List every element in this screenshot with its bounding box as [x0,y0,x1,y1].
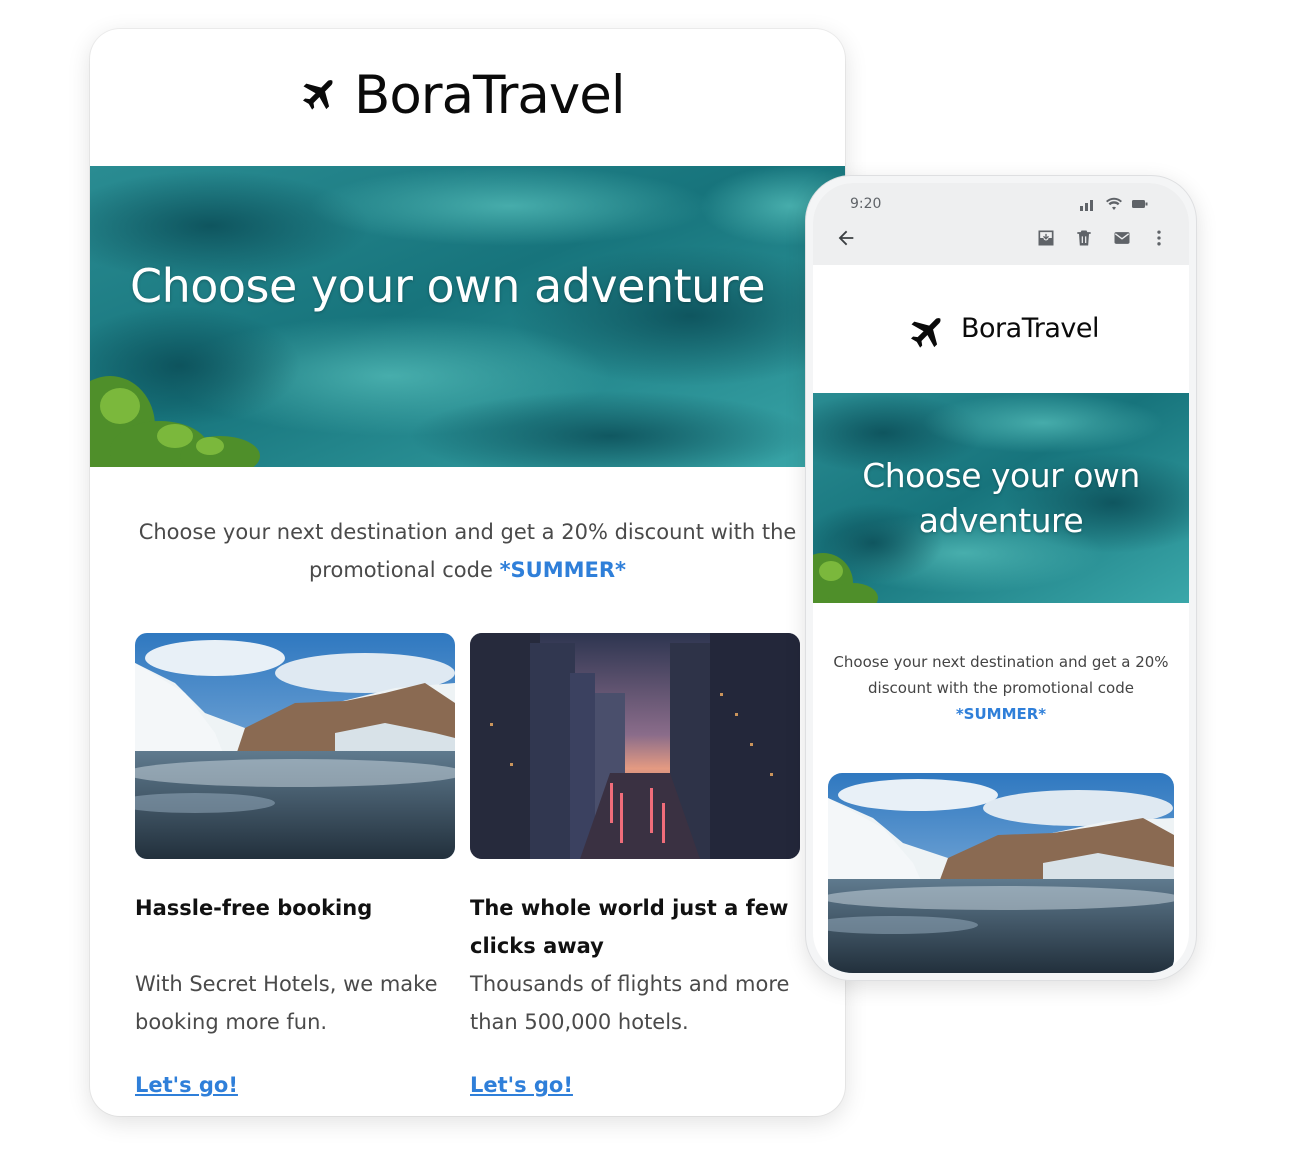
promo-code: *SUMMER* [499,558,627,582]
card-image-city [470,633,800,859]
glacier-lake-photo [828,773,1174,973]
card-description: Thousands of flights and more than 500,0… [470,972,790,1034]
card-image-glacier [828,773,1174,973]
mail-icon[interactable] [1112,228,1132,248]
intro-text: Choose your next destination and get a 2… [130,513,805,589]
status-bar: 9:20 [813,183,1189,265]
wifi-icon [1106,197,1122,210]
battery-icon [1132,200,1148,208]
lets-go-link[interactable]: Let's go! [470,1073,573,1097]
signal-icon [1080,200,1093,211]
status-time: 9:20 [850,196,882,212]
intro-body: Choose your next destination and get a 2… [833,653,1169,697]
intro-text: Choose your next destination and get a 2… [831,649,1171,727]
brand-header: BoraTravel [90,29,845,166]
more-vert-icon[interactable] [1149,228,1169,248]
card-description: With Secret Hotels, we make booking more… [135,972,438,1034]
airplane-icon [303,79,333,110]
brand-name: BoraTravel [354,65,626,126]
hero-title: Choose your own adventure [129,259,766,313]
status-icons [1079,197,1149,211]
archive-icon[interactable] [1036,228,1056,248]
ocean-photo [90,166,845,467]
glacier-lake-photo [135,633,455,859]
desktop-email-preview: BoraTravel Choose your own adventure Cho… [90,29,845,1116]
trash-icon[interactable] [1074,228,1094,248]
phone-screen: 9:20 BoraTravel Choose your own adventur… [813,183,1189,973]
airplane-icon [911,317,941,348]
brand-name: BoraTravel [961,313,1099,344]
promo-code: *SUMMER* [955,705,1047,723]
hero-title: Choose your own adventure [862,456,1140,540]
hero-banner: Choose your own adventure [813,393,1189,603]
lets-go-link[interactable]: Let's go! [135,1073,238,1097]
intro-body: Choose your next destination and get a 2… [138,520,797,582]
brand-header: BoraTravel [813,265,1189,393]
card-image-glacier [135,633,455,859]
back-arrow-icon[interactable] [835,227,857,249]
hero-banner: Choose your own adventure [90,166,845,467]
card-title: The whole world just a few clicks away [470,896,789,958]
card-title: Hassle-free booking [135,896,373,920]
mobile-email-preview: 9:20 BoraTravel Choose your own adventur… [805,175,1197,981]
city-sunset-photo [470,633,800,859]
